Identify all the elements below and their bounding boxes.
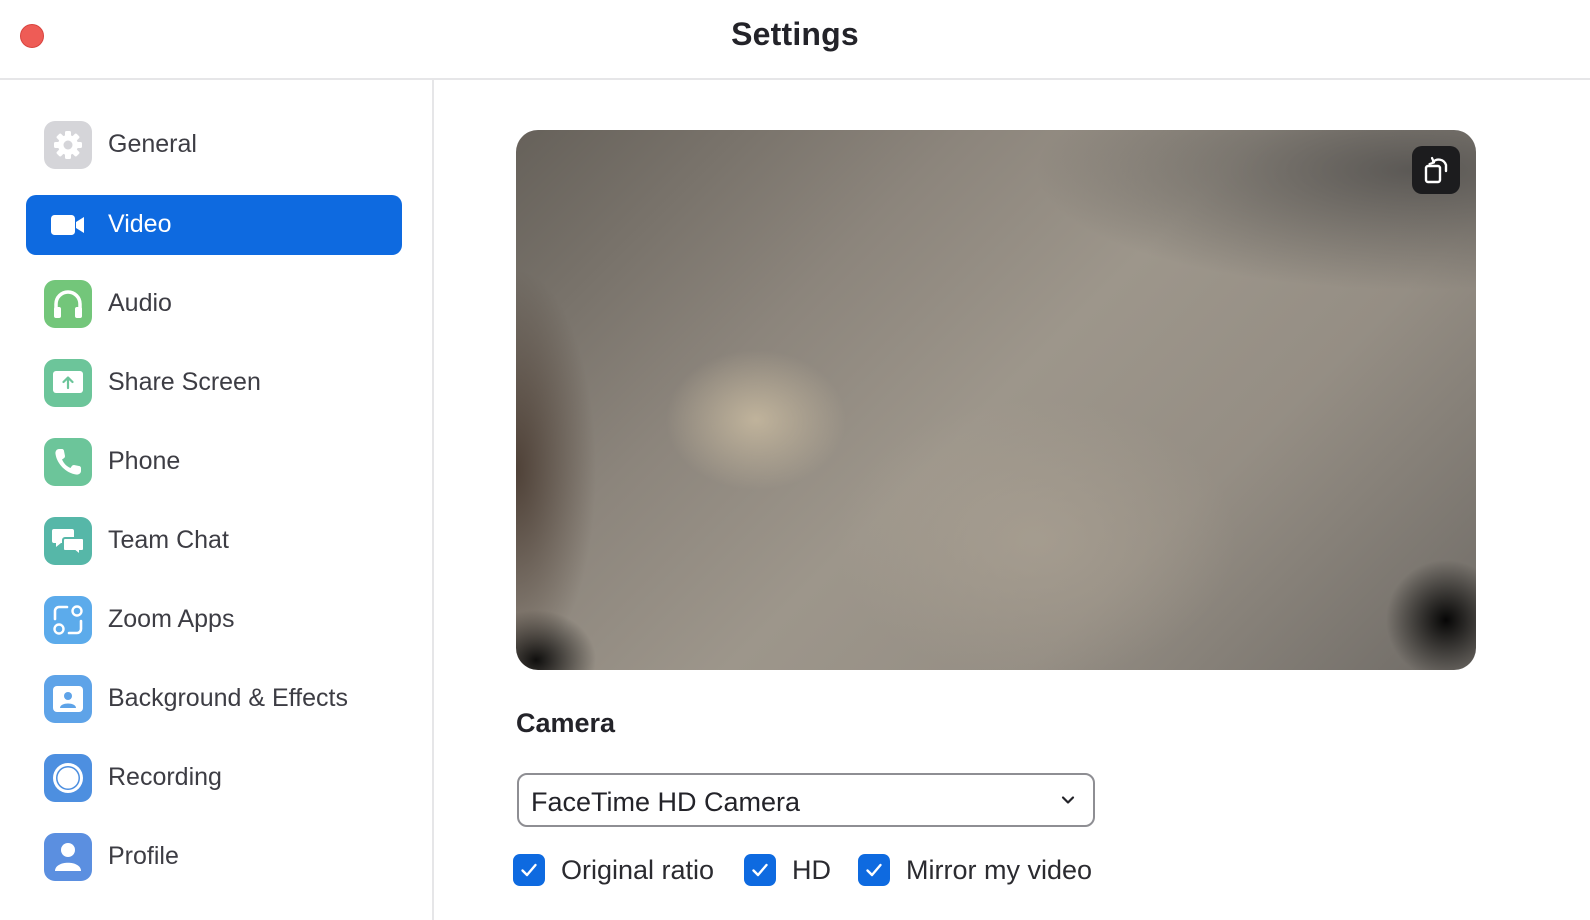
chat-bubbles-icon — [44, 517, 92, 565]
recording-icon — [44, 754, 92, 802]
sidebar-item-phone[interactable]: Phone — [26, 432, 402, 492]
original-ratio-checkbox[interactable] — [513, 854, 545, 886]
phone-icon — [44, 438, 92, 486]
sidebar-item-team-chat[interactable]: Team Chat — [26, 511, 402, 571]
sidebar-item-label: Profile — [108, 842, 179, 870]
checkmark-icon — [521, 863, 537, 877]
sidebar-item-label: Background & Effects — [108, 684, 348, 712]
sidebar-item-label: Share Screen — [108, 368, 261, 396]
sidebar-item-label: Recording — [108, 763, 222, 791]
zoom-apps-icon — [44, 596, 92, 644]
title-bar: Settings — [0, 0, 1590, 80]
video-preview — [516, 130, 1476, 670]
sidebar-item-background-effects[interactable]: Background & Effects — [26, 669, 402, 729]
background-effects-icon — [44, 675, 92, 723]
original-ratio-option[interactable]: Original ratio — [513, 852, 714, 888]
window-title: Settings — [731, 16, 859, 52]
camera-select[interactable]: FaceTime HD Camera — [517, 773, 1095, 827]
video-camera-icon — [44, 201, 92, 249]
sidebar-item-general[interactable]: General — [26, 115, 402, 175]
sidebar-item-label: Phone — [108, 447, 181, 475]
mirror-video-label: Mirror my video — [906, 854, 1093, 885]
checkmark-icon — [752, 863, 768, 877]
headphones-icon — [44, 280, 92, 328]
share-screen-icon — [44, 359, 92, 407]
camera-section-title: Camera — [516, 708, 616, 738]
sidebar-item-label: General — [108, 130, 197, 158]
rotate-camera-button[interactable] — [1412, 146, 1460, 194]
chevron-down-icon — [1057, 789, 1079, 811]
hd-checkbox[interactable] — [744, 854, 776, 886]
sidebar-item-label: Audio — [108, 289, 172, 317]
mirror-video-checkbox[interactable] — [858, 854, 890, 886]
camera-select-value: FaceTime HD Camera — [531, 787, 801, 817]
hd-option[interactable]: HD — [744, 852, 831, 888]
sidebar: General Video Audio Share Screen Phone T… — [0, 80, 434, 920]
sidebar-item-video[interactable]: Video — [26, 195, 402, 255]
sidebar-item-recording[interactable]: Recording — [26, 748, 402, 808]
sidebar-item-label: Zoom Apps — [108, 605, 235, 633]
sidebar-item-audio[interactable]: Audio — [26, 274, 402, 334]
rotate-camera-icon — [1422, 155, 1450, 185]
sidebar-item-zoom-apps[interactable]: Zoom Apps — [26, 590, 402, 650]
sidebar-item-label: Team Chat — [108, 526, 229, 554]
settings-window: Settings General Video Audio Share Scree… — [0, 0, 1590, 920]
mirror-video-option[interactable]: Mirror my video — [858, 852, 1092, 888]
checkmark-icon — [866, 863, 882, 877]
sidebar-item-share-screen[interactable]: Share Screen — [26, 353, 402, 413]
hd-label: HD — [792, 854, 831, 885]
original-ratio-label: Original ratio — [561, 854, 715, 885]
sidebar-item-profile[interactable]: Profile — [26, 827, 402, 887]
profile-icon — [44, 833, 92, 881]
gear-icon — [44, 121, 92, 169]
sidebar-item-label: Video — [108, 210, 172, 238]
